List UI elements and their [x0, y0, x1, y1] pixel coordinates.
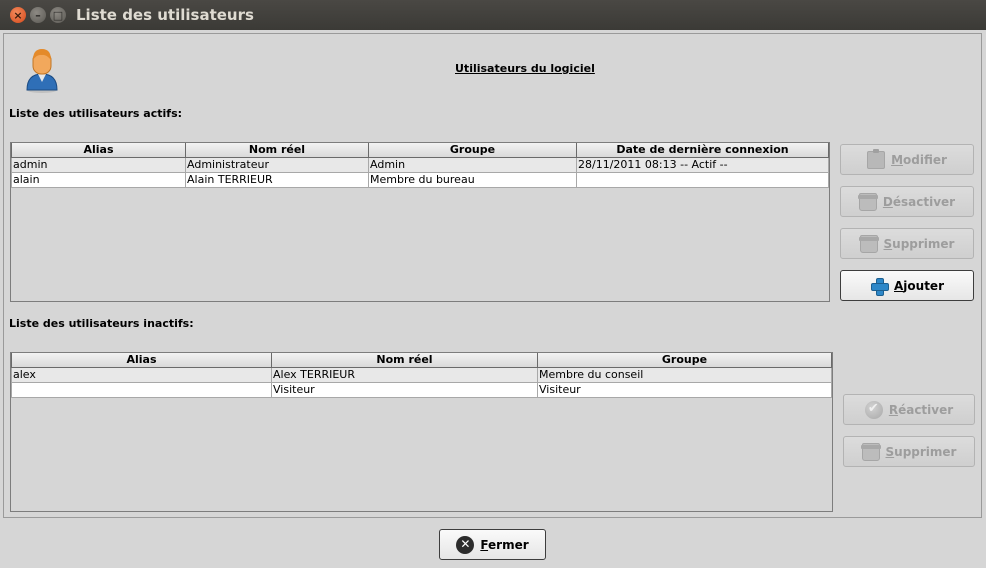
plus-icon [870, 277, 889, 296]
modifier-button[interactable]: Modifier [840, 144, 974, 175]
cell-nom-reel: Alain TERRIEUR [186, 173, 369, 188]
active-users-table[interactable]: Alias Nom réel Groupe Date de dernière c… [10, 142, 830, 302]
trash-icon [857, 192, 878, 211]
cell-nom-reel: Administrateur [186, 158, 369, 173]
trash-icon [858, 234, 879, 253]
column-header-alias[interactable]: Alias [11, 353, 272, 368]
table-row[interactable]: admin Administrateur Admin 28/11/2011 08… [11, 158, 829, 173]
clipboard-icon [867, 148, 886, 169]
main-panel: Utilisateurs du logiciel Liste des utili… [3, 33, 982, 518]
inactive-users-label: Liste des utilisateurs inactifs: [9, 317, 194, 330]
column-header-alias[interactable]: Alias [11, 143, 186, 158]
table-header: Alias Nom réel Groupe [11, 353, 832, 368]
inactive-users-table[interactable]: Alias Nom réel Groupe alex Alex TERRIEUR… [10, 352, 833, 512]
cell-alias [11, 383, 272, 398]
minimize-icon[interactable]: – [30, 7, 46, 23]
supprimer-inactifs-button[interactable]: Supprimer [843, 436, 975, 467]
table-header: Alias Nom réel Groupe Date de dernière c… [11, 143, 829, 158]
supprimer-label: Supprimer [883, 236, 955, 251]
window-title: Liste des utilisateurs [76, 6, 254, 24]
reactiver-label: Réactiver [888, 402, 954, 417]
check-icon [864, 400, 883, 419]
ajouter-label: Ajouter [894, 278, 944, 293]
maximize-icon[interactable]: □ [50, 7, 66, 23]
close-circle-icon [456, 535, 475, 554]
title-bar: × – □ Liste des utilisateurs [0, 0, 986, 30]
modifier-label: Modifier [891, 152, 947, 167]
desactiver-label: Désactiver [882, 194, 956, 209]
table-row[interactable]: alex Alex TERRIEUR Membre du conseil [11, 368, 832, 383]
cell-alias: alain [11, 173, 186, 188]
column-header-groupe[interactable]: Groupe [538, 353, 832, 368]
cell-alias: admin [11, 158, 186, 173]
user-icon [26, 49, 58, 93]
page-title: Utilisateurs du logiciel [455, 62, 595, 75]
cell-nom-reel: Alex TERRIEUR [272, 368, 538, 383]
cell-date [577, 173, 829, 188]
cell-groupe: Admin [369, 158, 577, 173]
column-header-date[interactable]: Date de dernière connexion [577, 143, 829, 158]
reactiver-button[interactable]: Réactiver [843, 394, 975, 425]
cell-date: 28/11/2011 08:13 -- Actif -- [577, 158, 829, 173]
column-header-nom-reel[interactable]: Nom réel [186, 143, 369, 158]
cell-alias: alex [11, 368, 272, 383]
desactiver-button[interactable]: Désactiver [840, 186, 974, 217]
trash-icon [860, 442, 881, 461]
cell-groupe: Visiteur [538, 383, 832, 398]
cell-groupe: Membre du bureau [369, 173, 577, 188]
supprimer-label: Supprimer [885, 444, 957, 459]
supprimer-actifs-button[interactable]: Supprimer [840, 228, 974, 259]
fermer-button[interactable]: Fermer [439, 529, 546, 560]
table-row[interactable]: Visiteur Visiteur [11, 383, 832, 398]
column-header-nom-reel[interactable]: Nom réel [272, 353, 538, 368]
fermer-label: Fermer [480, 537, 529, 552]
close-icon[interactable]: × [10, 7, 26, 23]
cell-groupe: Membre du conseil [538, 368, 832, 383]
cell-nom-reel: Visiteur [272, 383, 538, 398]
active-users-label: Liste des utilisateurs actifs: [9, 107, 183, 120]
table-row[interactable]: alain Alain TERRIEUR Membre du bureau [11, 173, 829, 188]
column-header-groupe[interactable]: Groupe [369, 143, 577, 158]
ajouter-button[interactable]: Ajouter [840, 270, 974, 301]
